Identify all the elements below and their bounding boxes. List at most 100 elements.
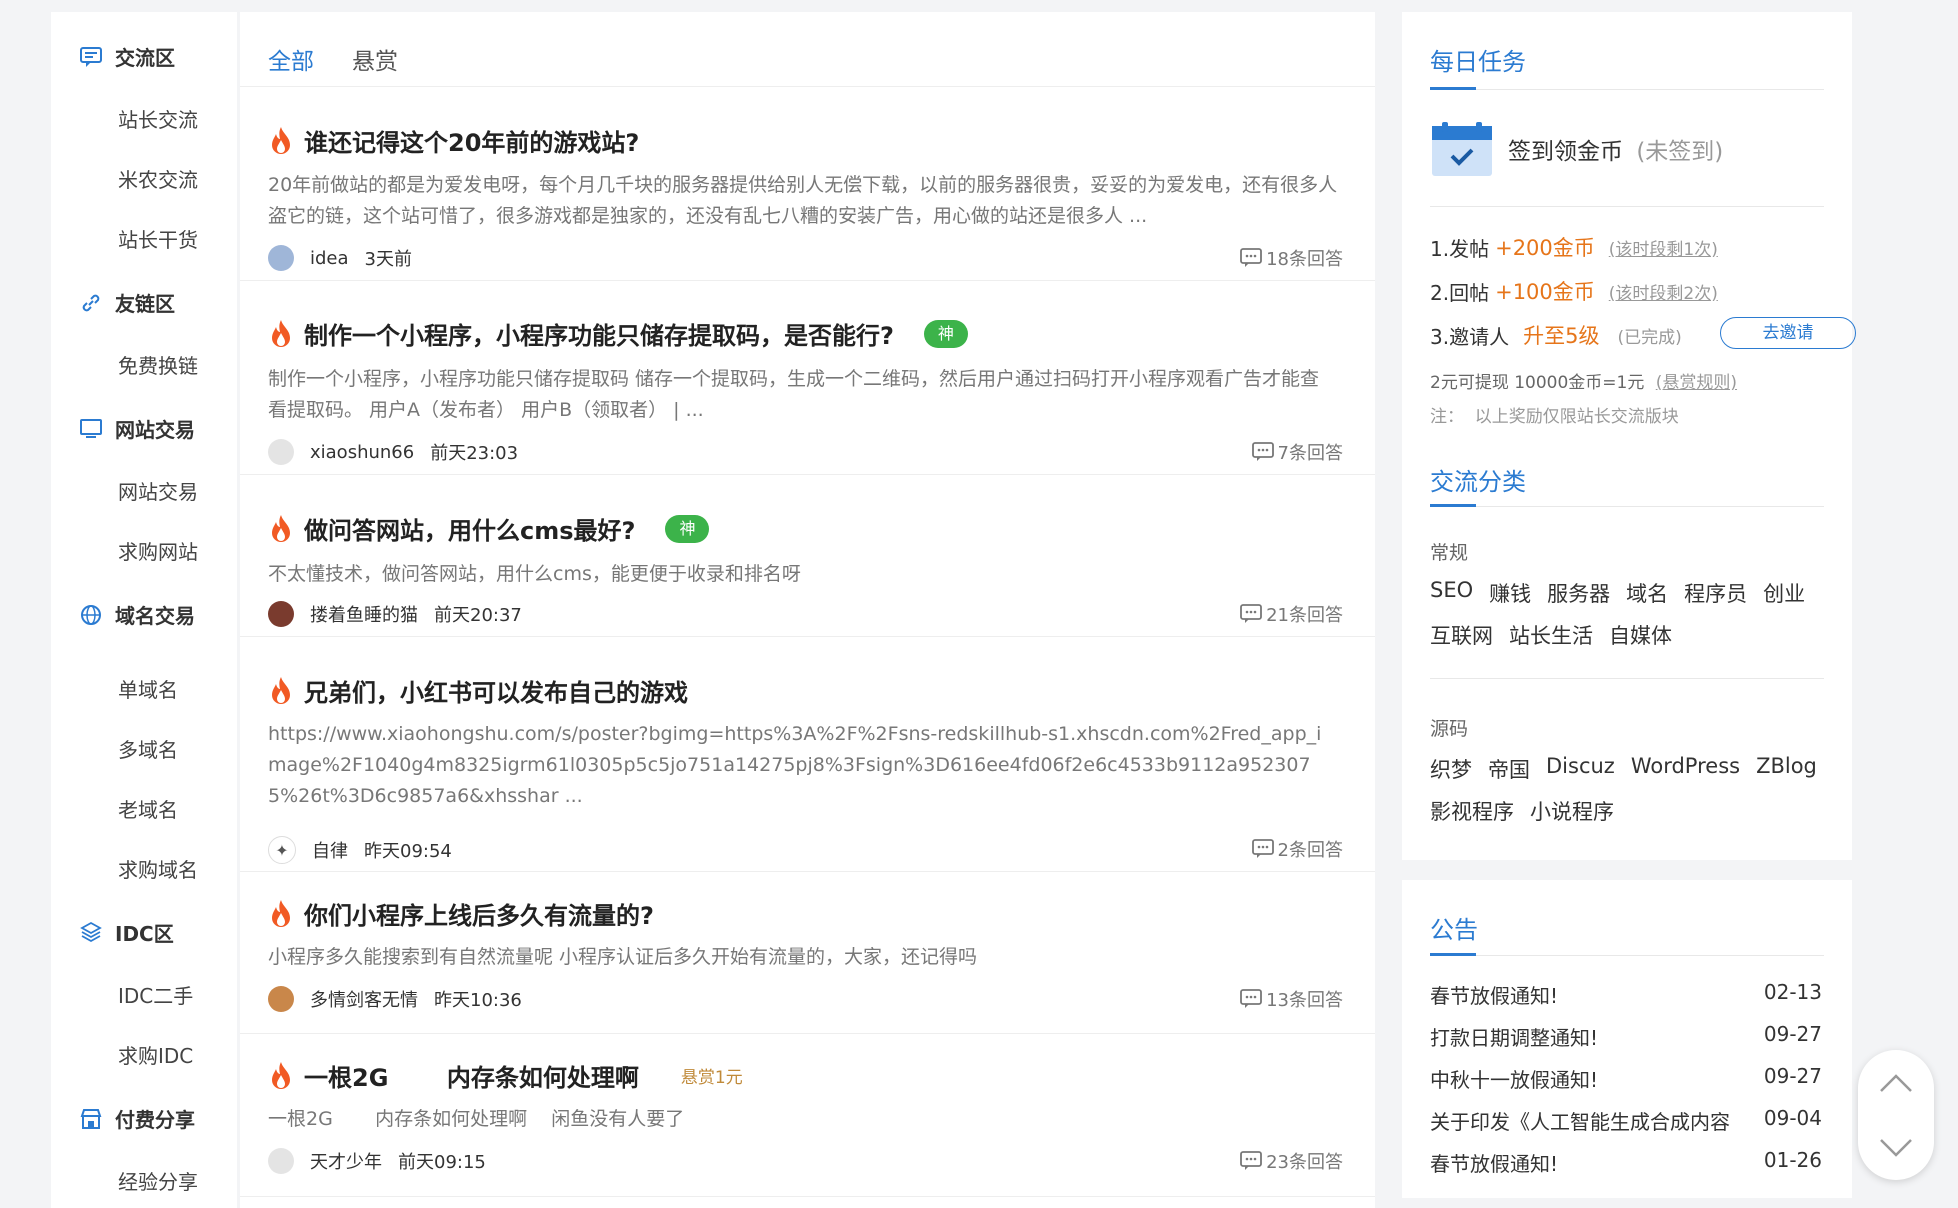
post-title[interactable]: 一根2G 内存条如何处理啊 xyxy=(304,1058,639,1093)
post-item[interactable]: 谁还记得这个20年前的游戏站? 20年前做站的都是为爱发电呀，每个月几千块的服务… xyxy=(240,87,1375,281)
nav-item-buy-idc[interactable]: 求购IDC xyxy=(118,1040,193,1069)
category-tag[interactable]: 站长生活 xyxy=(1509,620,1593,650)
avatar[interactable] xyxy=(268,601,294,627)
nav-group-site-trade[interactable]: 网站交易 xyxy=(79,414,195,443)
rule-link[interactable]: (悬赏规则) xyxy=(1656,373,1737,393)
post-item[interactable]: 做问答网站，用什么cms最好? 神 不太懂技术，做问答网站，用什么cms，能更便… xyxy=(240,475,1375,637)
checkin-status: (未签到) xyxy=(1636,139,1724,165)
avatar[interactable] xyxy=(268,245,294,271)
nav-group-domain-trade[interactable]: 域名交易 xyxy=(79,600,195,629)
nav-item-old-domain[interactable]: 老域名 xyxy=(118,794,178,823)
category-tag[interactable]: ZBlog xyxy=(1756,754,1817,784)
nav-item-webmaster[interactable]: 站长交流 xyxy=(118,104,198,133)
checkin-button[interactable]: 签到领金币 (未签到) xyxy=(1508,132,1723,166)
post-author[interactable]: 自律 xyxy=(312,837,348,863)
calendar-check-icon[interactable] xyxy=(1430,120,1494,178)
post-title[interactable]: 你们小程序上线后多久有流量的? xyxy=(304,896,654,931)
avatar[interactable] xyxy=(268,439,294,465)
post-item[interactable]: 你们小程序上线后多久有流量的? 小程序多久能搜索到有自然流量呢 小程序认证后多久… xyxy=(240,872,1375,1034)
post-author[interactable]: xiaoshun66 xyxy=(310,442,414,463)
post-title[interactable]: 制作一个小程序，小程序功能只储存提取码，是否能行? xyxy=(304,316,894,351)
task-reward: 升至5级 xyxy=(1523,324,1600,348)
nav-group-paid-share[interactable]: 付费分享 xyxy=(79,1104,195,1133)
reply-count[interactable]: 13条回答 xyxy=(1240,986,1343,1012)
nav-item-single-domain[interactable]: 单域名 xyxy=(118,674,178,703)
task-reward: +200金币 xyxy=(1495,236,1595,260)
post-title[interactable]: 兄弟们，小红书可以发布自己的游戏 xyxy=(304,673,688,708)
post-author[interactable]: 多情剑客无情 xyxy=(310,986,418,1012)
post-time: 前天20:37 xyxy=(434,605,522,626)
notice-item[interactable]: 关于印发《人工智能生成合成内容 09-04 xyxy=(1430,1106,1822,1135)
tab-bounty[interactable]: 悬赏 xyxy=(352,42,398,76)
notice-item[interactable]: 中秋十一放假通知! 09-27 xyxy=(1430,1064,1822,1093)
reply-count[interactable]: 7条回答 xyxy=(1251,439,1343,465)
nav-item-tips[interactable]: 站长干货 xyxy=(118,224,198,253)
scroll-top-button[interactable] xyxy=(1858,1050,1934,1115)
divider xyxy=(1430,678,1824,679)
category-tag[interactable]: SEO xyxy=(1430,578,1473,608)
avatar[interactable]: ✦ xyxy=(268,836,296,864)
reply-count[interactable]: 23条回答 xyxy=(1240,1148,1343,1174)
reply-count-text: 2条回答 xyxy=(1277,840,1343,861)
avatar[interactable] xyxy=(268,1148,294,1174)
notice-item[interactable]: 春节放假通知! 02-13 xyxy=(1430,980,1822,1009)
category-tag[interactable]: 服务器 xyxy=(1547,578,1610,608)
tab-all[interactable]: 全部 xyxy=(268,42,314,76)
post-author[interactable]: idea xyxy=(310,248,349,269)
category-tag[interactable]: 织梦 xyxy=(1430,754,1472,784)
nav-item-idc-second[interactable]: IDC二手 xyxy=(118,980,193,1009)
nav-item-experience[interactable]: 经验分享 xyxy=(118,1166,198,1195)
fire-icon xyxy=(272,1061,290,1089)
category-head: 常规 xyxy=(1430,542,1469,564)
task-reward: +100金币 xyxy=(1495,280,1595,304)
task-name: 1.发帖 xyxy=(1430,236,1490,261)
reply-count[interactable]: 18条回答 xyxy=(1240,245,1343,271)
fire-icon xyxy=(272,676,290,704)
task-note: (已完成) xyxy=(1617,327,1682,348)
notice-item[interactable]: 打款日期调整通知! 09-27 xyxy=(1430,1022,1822,1051)
post-item[interactable]: 制作一个小程序，小程序功能只储存提取码，是否能行? 神 制作一个小程序，小程序功… xyxy=(240,281,1375,475)
daily-title: 每日任务 xyxy=(1430,48,1526,76)
post-author[interactable]: 天才少年 xyxy=(310,1148,382,1174)
nav-item-buy-domain[interactable]: 求购域名 xyxy=(118,854,198,883)
post-author[interactable]: 搂着鱼睡的猫 xyxy=(310,601,418,627)
nav-group-exchange[interactable]: 交流区 xyxy=(79,42,175,71)
nav-group-label: 网站交易 xyxy=(115,418,195,442)
category-tag[interactable]: Discuz xyxy=(1546,754,1615,784)
title-underline xyxy=(1430,87,1476,90)
category-tag[interactable]: 赚钱 xyxy=(1489,578,1531,608)
nav-group-label: 友链区 xyxy=(115,292,175,316)
reply-count[interactable]: 21条回答 xyxy=(1240,601,1343,627)
category-tag[interactable]: 域名 xyxy=(1626,578,1668,608)
title-underline xyxy=(1430,504,1476,507)
link-icon xyxy=(79,291,103,315)
nav-group-idc[interactable]: IDC区 xyxy=(79,918,174,947)
nav-item-multi-domain[interactable]: 多域名 xyxy=(118,734,178,763)
comment-icon xyxy=(1251,442,1274,461)
post-title[interactable]: 谁还记得这个20年前的游戏站? xyxy=(304,123,639,158)
avatar[interactable] xyxy=(268,986,294,1012)
nav-item-site-trade[interactable]: 网站交易 xyxy=(118,476,198,505)
category-tag[interactable]: 帝国 xyxy=(1488,754,1530,784)
category-tag[interactable]: 小说程序 xyxy=(1530,796,1614,826)
notice-item[interactable]: 春节放假通知! 01-26 xyxy=(1430,1148,1822,1177)
nav-item-domainer[interactable]: 米农交流 xyxy=(118,164,198,193)
nav-item-buy-site[interactable]: 求购网站 xyxy=(118,536,198,565)
category-tag[interactable]: WordPress xyxy=(1631,754,1740,784)
post-item[interactable]: 一根2G 内存条如何处理啊 悬赏1元 一根2G 内存条如何处理啊 闲鱼没有人要了… xyxy=(240,1034,1375,1197)
post-item[interactable]: 兄弟们，小红书可以发布自己的游戏 https://www.xiaohongshu… xyxy=(240,637,1375,872)
nav-item-free-links[interactable]: 免费换链 xyxy=(118,350,198,379)
post-excerpt: https://www.xiaohongshu.com/s/poster?bgi… xyxy=(268,723,1322,807)
category-tag[interactable]: 影视程序 xyxy=(1430,796,1514,826)
reply-count[interactable]: 2条回答 xyxy=(1251,836,1343,862)
scroll-bottom-button[interactable] xyxy=(1858,1115,1934,1180)
post-title[interactable]: 做问答网站，用什么cms最好? xyxy=(304,511,635,546)
category-tag[interactable]: 互联网 xyxy=(1430,620,1493,650)
nav-group-links[interactable]: 友链区 xyxy=(79,288,175,317)
category-tag[interactable]: 创业 xyxy=(1763,578,1805,608)
category-tag[interactable]: 程序员 xyxy=(1684,578,1747,608)
task-note[interactable]: (该时段剩2次) xyxy=(1609,279,1718,304)
invite-button[interactable]: 去邀请 xyxy=(1720,317,1856,349)
category-tag[interactable]: 自媒体 xyxy=(1609,620,1672,650)
task-note[interactable]: (该时段剩1次) xyxy=(1609,235,1718,260)
